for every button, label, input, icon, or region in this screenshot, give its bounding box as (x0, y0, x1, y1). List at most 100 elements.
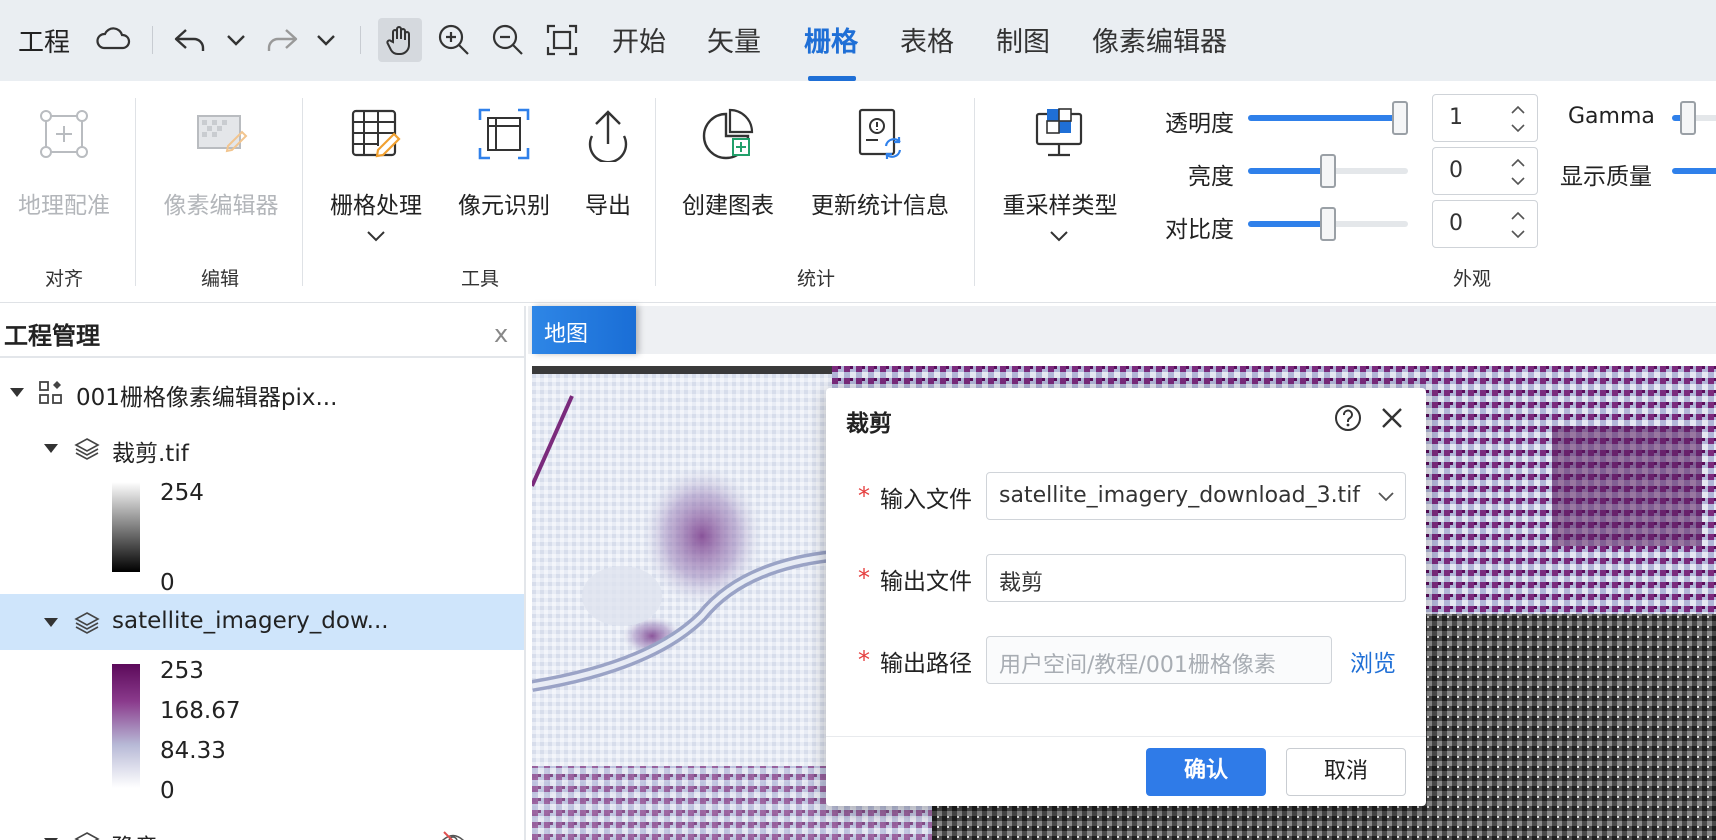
input-file-label: 输入文件 (880, 487, 972, 513)
spin-down-icon[interactable] (1509, 174, 1527, 188)
display-quality-slider[interactable] (1672, 168, 1716, 174)
spin-up-icon[interactable] (1509, 156, 1527, 170)
redo-icon[interactable] (262, 20, 302, 60)
georeference-icon (36, 106, 92, 166)
spin-down-icon[interactable] (1509, 227, 1527, 241)
pixel-editor-button[interactable]: 像素编辑器 (158, 186, 284, 220)
confirm-button[interactable]: 确认 (1146, 748, 1266, 796)
opacity-value: 1 (1449, 105, 1463, 130)
undo-dropdown-icon[interactable] (216, 20, 252, 60)
visibility-hidden-icon[interactable] (440, 830, 466, 840)
brightness-label: 亮度 (1188, 164, 1234, 190)
update-statistics-icon (852, 106, 908, 166)
tab-pixel-editor[interactable]: 像素编辑器 (1092, 20, 1227, 59)
update-statistics-button[interactable]: 更新统计信息 (806, 186, 954, 220)
group-appearance-label: 外观 (1452, 268, 1491, 290)
required-marker: * (858, 564, 870, 592)
raster-process-icon (348, 106, 404, 166)
layers-icon (74, 612, 100, 634)
group-edit-label: 编辑 (200, 268, 239, 290)
tab-raster[interactable]: 栅格 (804, 20, 858, 59)
project-menu[interactable]: 工程 (18, 22, 70, 59)
purple-legend-ramp (112, 664, 140, 788)
contrast-label: 对比度 (1165, 217, 1234, 243)
layers-icon (74, 832, 100, 840)
contrast-slider[interactable] (1248, 207, 1408, 241)
zoom-in-icon[interactable] (434, 20, 474, 60)
tree-node-layer-satellite[interactable]: satellite_imagery_dow... (0, 594, 524, 650)
help-icon[interactable] (1334, 404, 1362, 432)
brightness-spinbox[interactable]: 0 (1432, 147, 1538, 195)
tree-label-project: 001栅格像素编辑器pix... (76, 385, 338, 411)
undo-icon[interactable] (170, 20, 210, 60)
group-align-label: 对齐 (44, 268, 83, 290)
ribbon-divider (135, 98, 136, 286)
spin-up-icon[interactable] (1509, 209, 1527, 223)
tab-start[interactable]: 开始 (612, 20, 666, 59)
contrast-spinbox[interactable]: 0 (1432, 200, 1538, 248)
tree-node-layer-crop[interactable]: 裁剪.tif (0, 420, 524, 476)
brightness-slider-thumb[interactable] (1320, 154, 1336, 188)
top-menu-bar: 工程 开始 矢量 栅格 表格 制图 像素编辑器 (0, 0, 1716, 81)
close-panel-button[interactable]: x (494, 320, 508, 348)
grayscale-legend-ramp (112, 482, 140, 572)
expand-arrow-icon[interactable] (44, 618, 58, 628)
output-file-input[interactable]: 裁剪 (986, 554, 1406, 602)
gamma-slider[interactable] (1672, 101, 1716, 135)
cloud-icon[interactable] (94, 20, 134, 60)
group-stats-label: 统计 (796, 268, 835, 290)
spin-down-icon[interactable] (1509, 121, 1527, 135)
contrast-slider-fill (1248, 221, 1328, 227)
opacity-slider-thumb[interactable] (1392, 101, 1408, 135)
tab-vector[interactable]: 矢量 (707, 20, 761, 59)
tab-table[interactable]: 表格 (900, 20, 954, 59)
redo-dropdown-icon[interactable] (306, 20, 342, 60)
brightness-slider[interactable] (1248, 154, 1408, 188)
resample-type-button[interactable]: 重采样类型 (996, 186, 1124, 220)
tree-label-layer-crop: 裁剪.tif (112, 441, 189, 467)
output-path-input[interactable]: 用户空间/教程/001栅格像素 (986, 636, 1332, 684)
export-button[interactable]: 导出 (578, 186, 638, 220)
opacity-slider[interactable] (1248, 101, 1408, 135)
create-chart-button[interactable]: 创建图表 (676, 186, 780, 220)
tab-mapping[interactable]: 制图 (996, 20, 1050, 59)
browse-link[interactable]: 浏览 (1350, 644, 1396, 678)
georeference-button[interactable]: 地理配准 (14, 186, 114, 220)
spin-up-icon[interactable] (1509, 103, 1527, 117)
gamma-slider-thumb[interactable] (1680, 101, 1696, 135)
pan-hand-icon[interactable] (378, 18, 422, 62)
map-tab[interactable]: 地图 (532, 306, 636, 354)
project-panel-title: 工程管理 (4, 322, 100, 350)
dialog-title: 裁剪 (846, 411, 892, 437)
brightness-value: 0 (1449, 158, 1463, 183)
raster-process-button[interactable]: 栅格处理 (326, 186, 426, 220)
tree-node-project[interactable]: 001栅格像素编辑器pix... (0, 364, 524, 420)
close-icon[interactable] (1380, 406, 1404, 430)
layers-icon (74, 438, 100, 460)
output-path-label: 输出路径 (880, 651, 972, 677)
opacity-spinbox[interactable]: 1 (1432, 94, 1538, 142)
contrast-value: 0 (1449, 211, 1463, 236)
cancel-button[interactable]: 取消 (1286, 748, 1406, 796)
contrast-slider-thumb[interactable] (1320, 207, 1336, 241)
expand-arrow-icon[interactable] (10, 388, 24, 398)
tree-node-layer-pgv[interactable]: 豫章.pgv.pgv (0, 814, 524, 840)
pixel-identify-button[interactable]: 像元识别 (454, 186, 554, 220)
chevron-down-icon[interactable] (1377, 491, 1395, 503)
chevron-down-icon[interactable] (365, 228, 387, 247)
tree-label-layer-satellite: satellite_imagery_dow... (112, 608, 389, 634)
input-file-select[interactable]: satellite_imagery_download_3.tif (986, 472, 1406, 520)
export-icon (580, 106, 636, 166)
legend-value: 0 (160, 778, 175, 804)
pixel-identify-icon (476, 106, 532, 166)
chevron-down-icon[interactable] (1048, 228, 1070, 247)
ribbon-divider (302, 98, 303, 286)
expand-arrow-icon[interactable] (44, 444, 58, 454)
zoom-out-icon[interactable] (488, 20, 528, 60)
ribbon-divider (974, 98, 975, 286)
project-icon (39, 381, 62, 404)
full-extent-icon[interactable] (542, 20, 582, 60)
output-file-label: 输出文件 (880, 569, 972, 595)
input-file-value: satellite_imagery_download_3.tif (999, 483, 1361, 508)
project-panel: 工程管理 x 001栅格像素编辑器pix... 裁剪.tif 254 0 sat… (0, 306, 526, 840)
